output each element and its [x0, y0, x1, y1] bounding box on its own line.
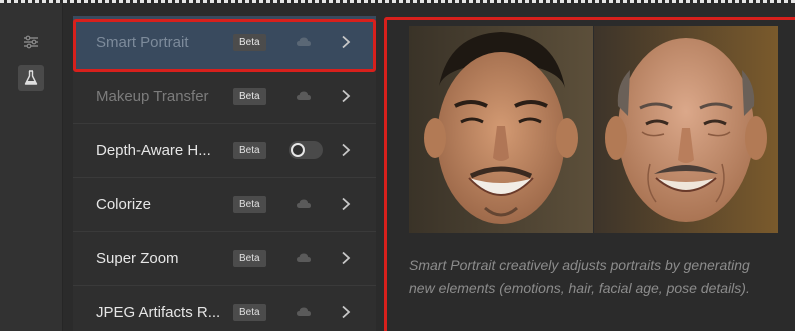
cloud-download-icon[interactable]: [296, 36, 312, 48]
beta-badge: Beta: [233, 304, 266, 321]
beta-badge: Beta: [233, 142, 266, 159]
before-portrait-image: [409, 26, 593, 233]
beta-badge: Beta: [233, 196, 266, 213]
filter-row-makeup-transfer[interactable]: Makeup Transfer Beta: [73, 70, 376, 124]
filter-row-smart-portrait[interactable]: Smart Portrait Beta: [73, 16, 376, 70]
filter-label: Colorize: [96, 196, 152, 213]
chevron-right-icon[interactable]: [341, 305, 351, 319]
beta-badge: Beta: [233, 88, 266, 105]
filter-label: Makeup Transfer: [96, 88, 209, 105]
sliders-icon: [24, 35, 38, 49]
filter-label: Smart Portrait: [96, 34, 189, 51]
filter-row-colorize[interactable]: Colorize Beta: [73, 178, 376, 232]
chevron-right-icon[interactable]: [341, 35, 351, 49]
filter-label: Super Zoom: [96, 250, 179, 267]
neural-filters-list: Smart Portrait Beta Makeup Transfer Beta…: [73, 16, 376, 331]
flask-icon: [24, 70, 38, 85]
chevron-right-icon[interactable]: [341, 197, 351, 211]
cloud-download-icon[interactable]: [296, 90, 312, 102]
cloud-download-icon[interactable]: [296, 198, 312, 210]
cloud-download-icon[interactable]: [296, 252, 312, 264]
filter-row-depth-aware-haze[interactable]: Depth-Aware H... Beta: [73, 124, 376, 178]
after-portrait-image: [594, 26, 778, 233]
filter-category-rail: [0, 3, 63, 331]
filter-label: JPEG Artifacts R...: [96, 304, 221, 321]
beta-badge: Beta: [233, 34, 266, 51]
dashed-separator: [0, 0, 795, 3]
chevron-right-icon[interactable]: [341, 89, 351, 103]
beta-badge: Beta: [233, 250, 266, 267]
all-filters-button[interactable]: [18, 29, 44, 55]
chevron-right-icon[interactable]: [341, 143, 351, 157]
filter-row-jpeg-artifacts-removal[interactable]: JPEG Artifacts R... Beta: [73, 286, 376, 331]
beta-filters-button[interactable]: [18, 65, 44, 91]
filter-row-super-zoom[interactable]: Super Zoom Beta: [73, 232, 376, 286]
cloud-download-icon[interactable]: [296, 306, 312, 318]
toggle-knob: [291, 143, 305, 157]
filter-preview-panel: Smart Portrait creatively adjusts portra…: [384, 17, 795, 331]
chevron-right-icon[interactable]: [341, 251, 351, 265]
filter-enable-toggle[interactable]: [289, 141, 323, 159]
filter-description: Smart Portrait creatively adjusts portra…: [409, 257, 750, 296]
filter-label: Depth-Aware H...: [96, 142, 211, 159]
